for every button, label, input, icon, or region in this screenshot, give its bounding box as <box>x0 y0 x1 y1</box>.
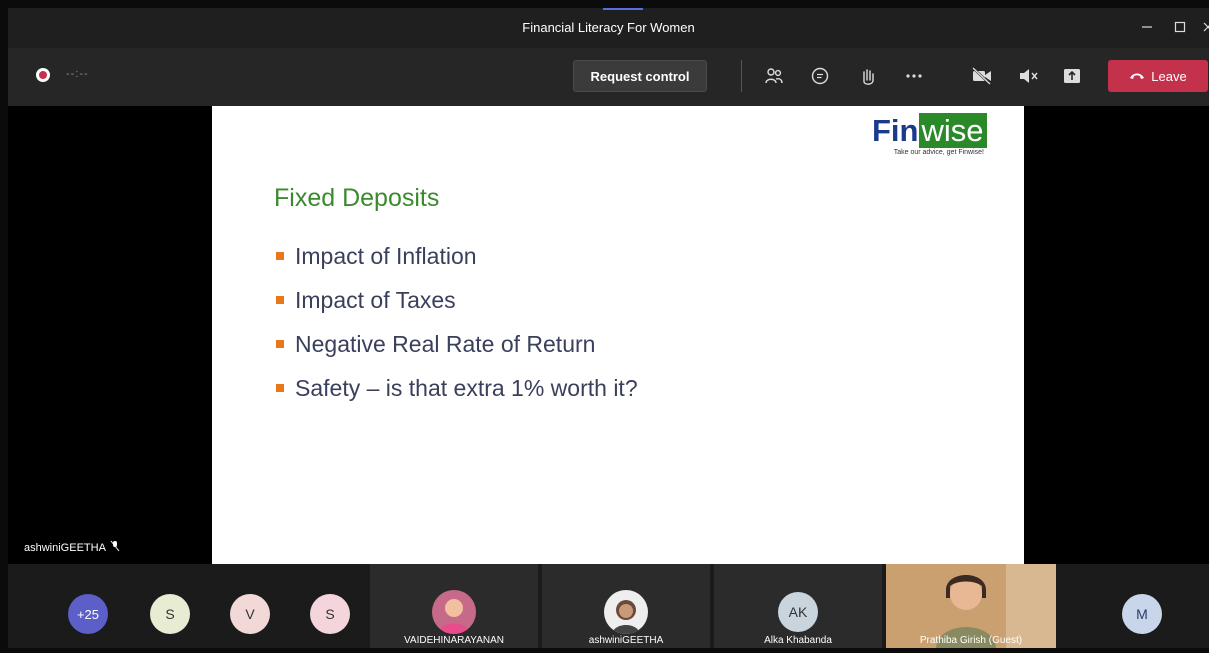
logo-fin: Fin <box>872 113 919 148</box>
slide-title: Fixed Deposits <box>274 184 440 212</box>
participant-photo <box>432 590 476 634</box>
participant-name: Alka Khabanda <box>764 635 832 646</box>
leave-button[interactable]: Leave <box>1108 60 1208 92</box>
bullet-text: Safety – is that extra 1% worth it? <box>295 374 638 401</box>
chat-icon[interactable] <box>806 62 834 90</box>
bullet-square-icon <box>276 384 284 392</box>
participant-avatar[interactable]: S <box>150 594 190 634</box>
logo-wise: wise <box>918 113 987 148</box>
participant-photo <box>604 590 648 634</box>
bullet-text: Negative Real Rate of Return <box>295 330 596 357</box>
bullet-square-icon <box>276 340 284 348</box>
mic-off-icon <box>110 540 120 555</box>
bullet-item: Safety – is that extra 1% worth it? <box>276 366 638 410</box>
raise-hand-icon[interactable] <box>854 62 882 90</box>
participant-tile[interactable]: VAIDEHINARAYANAN <box>370 564 538 648</box>
bullet-item: Impact of Taxes <box>276 278 638 322</box>
people-icon[interactable] <box>760 62 788 90</box>
window-title: Financial Literacy For Women <box>522 20 695 35</box>
presenter-name: ashwiniGEETHA <box>24 541 106 554</box>
participant-avatar[interactable]: M <box>1122 594 1162 634</box>
participant-name: VAIDEHINARAYANAN <box>403 635 505 646</box>
participant-video-tile[interactable]: Prathiba Girish (Guest) <box>886 564 1056 648</box>
title-accent <box>603 8 643 10</box>
recording-icon <box>36 68 50 82</box>
more-icon[interactable] <box>900 62 928 90</box>
bullet-text: Impact of Inflation <box>295 242 477 269</box>
finwise-logo: Finwise Take our advice, get Finwise! <box>872 113 992 162</box>
slide-bullets: Impact of Inflation Impact of Taxes Nega… <box>276 234 638 410</box>
toolbar-divider <box>741 60 742 92</box>
camera-off-icon[interactable] <box>968 62 996 90</box>
meeting-timer: --:-- <box>66 68 89 80</box>
shared-screen-stage: Finwise Take our advice, get Finwise! Fi… <box>8 106 1209 564</box>
meeting-toolbar: --:-- Request control Leave <box>8 48 1209 106</box>
participant-tile[interactable]: ashwiniGEETHA <box>542 564 710 648</box>
overflow-participants-badge[interactable]: +25 <box>68 594 108 634</box>
hang-up-icon <box>1129 69 1145 84</box>
maximize-icon[interactable] <box>1166 14 1194 40</box>
leave-label: Leave <box>1151 68 1187 84</box>
share-icon[interactable] <box>1058 62 1086 90</box>
minimize-icon[interactable] <box>1133 14 1161 40</box>
bullet-text: Impact of Taxes <box>295 286 456 313</box>
mute-icon[interactable] <box>1014 62 1042 90</box>
participant-avatar[interactable]: V <box>230 594 270 634</box>
bullet-item: Negative Real Rate of Return <box>276 322 638 366</box>
participant-name: ashwiniGEETHA <box>588 635 664 646</box>
participant-avatar[interactable]: S <box>310 594 350 634</box>
participant-name: Prathiba Girish (Guest) <box>919 635 1023 646</box>
bullet-item: Impact of Inflation <box>276 234 638 278</box>
presentation-slide: Finwise Take our advice, get Finwise! Fi… <box>212 106 1024 564</box>
title-bar: Financial Literacy For Women <box>8 8 1209 48</box>
presenter-label: ashwiniGEETHA <box>24 540 120 555</box>
participant-avatar: AK <box>778 592 818 632</box>
bullet-square-icon <box>276 252 284 260</box>
participant-tile[interactable]: AK Alka Khabanda <box>714 564 882 648</box>
bullet-square-icon <box>276 296 284 304</box>
request-control-button[interactable]: Request control <box>573 60 707 92</box>
participants-tray: +25 S V S VAIDEHINARAYANAN ashwiniGEETHA… <box>8 564 1209 648</box>
close-icon[interactable] <box>1194 14 1209 40</box>
logo-tagline: Take our advice, get Finwise! <box>893 149 984 156</box>
